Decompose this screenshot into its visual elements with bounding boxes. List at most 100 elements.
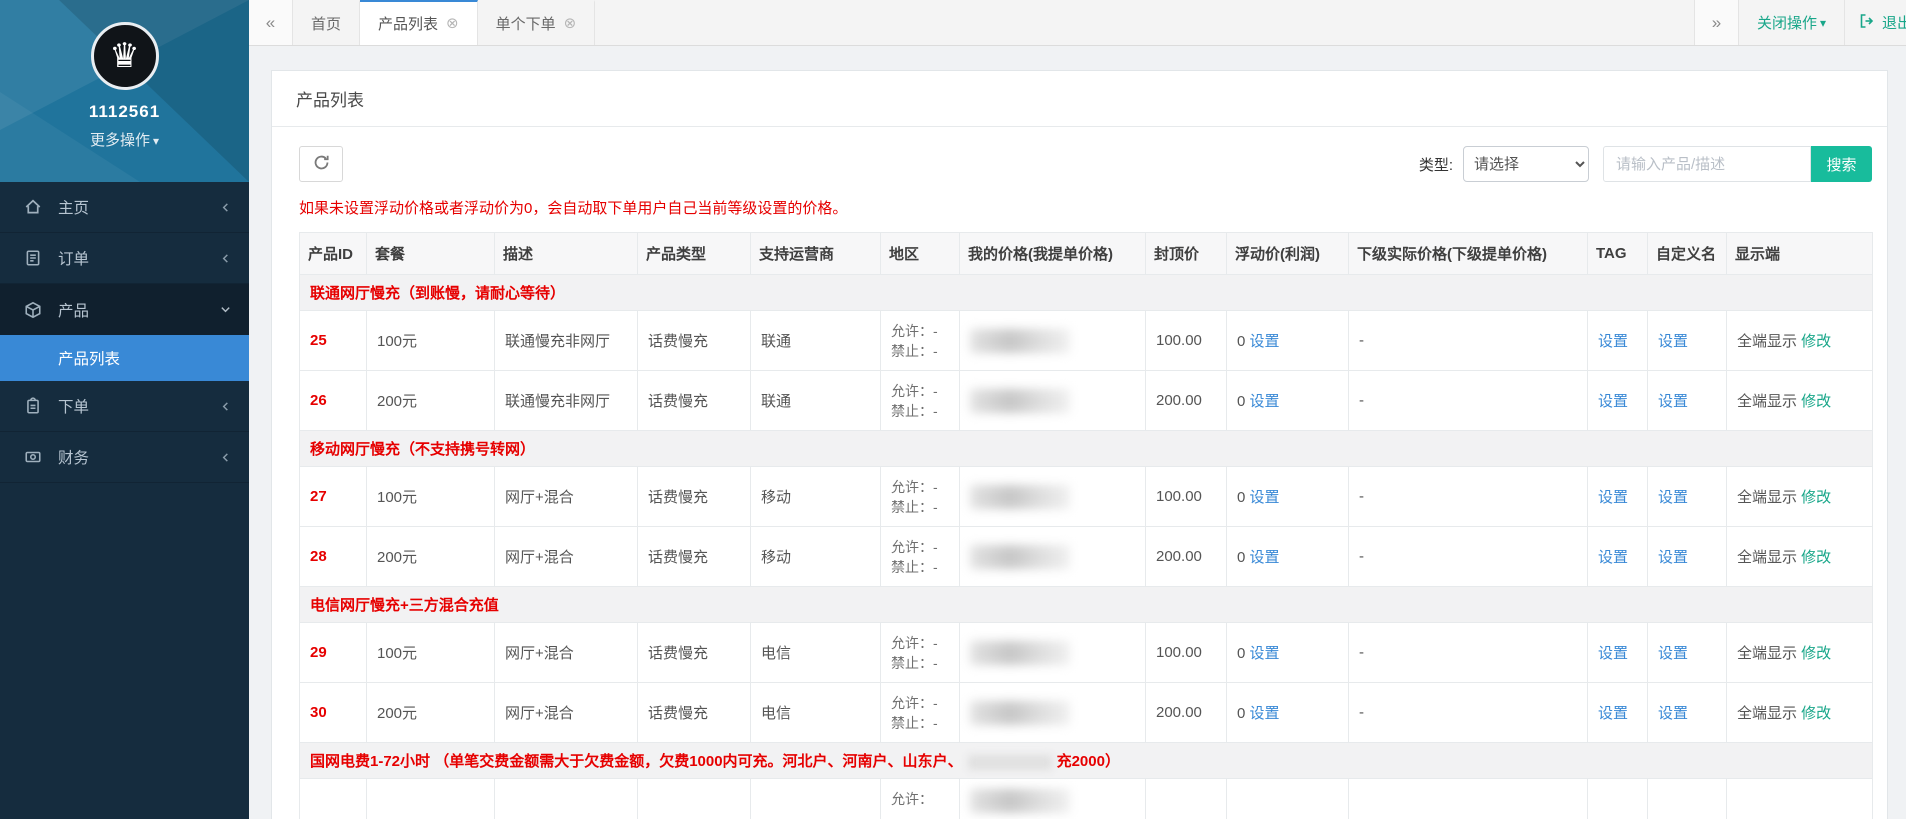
display-modify-link[interactable]: 修改: [1801, 393, 1831, 410]
region-deny: 禁止：-: [891, 714, 938, 731]
product-list-panel: 产品列表 类型: 请选择 请输入产品/描述 搜索 如果未设置浮动价格或者浮动价为…: [271, 70, 1888, 819]
tag-set-link[interactable]: 设置: [1598, 393, 1628, 410]
display-modify-link[interactable]: 修改: [1801, 705, 1831, 722]
search-button[interactable]: 搜索: [1811, 146, 1872, 182]
region-cell: 允许：- 禁止：-: [880, 682, 960, 743]
float-price-set-link[interactable]: 设置: [1250, 333, 1280, 350]
display-cell: 全端显示 修改: [1726, 622, 1873, 683]
sidebar-item-products[interactable]: 产品: [0, 284, 249, 335]
custom-name-set-link[interactable]: 设置: [1658, 705, 1688, 722]
region-allow: 允许：-: [891, 694, 938, 711]
chevron-left-icon: [220, 202, 231, 213]
redacted-price: [970, 484, 1070, 509]
carrier-cell: 电信: [750, 682, 881, 743]
column-header: TAG: [1587, 232, 1648, 275]
product-table: 产品ID 套餐 描述 产品类型 支持运营商 地区 我的价格(我提单价格) 封顶价 浮动价(利润)…: [299, 232, 1873, 819]
float-price-set-link[interactable]: 设置: [1250, 645, 1280, 662]
float-price-cell: 0 设置: [1226, 622, 1349, 683]
search-input[interactable]: [1603, 146, 1811, 182]
tag-cell: 设置: [1587, 526, 1648, 587]
sidebar-item-label: 产品: [58, 302, 90, 320]
custom-name-set-link[interactable]: 设置: [1658, 333, 1688, 350]
product-row: 允许：: [299, 778, 1873, 819]
sidebar-item-home[interactable]: 主页: [0, 182, 249, 233]
logout-button[interactable]: 退出: [1844, 0, 1906, 45]
type-select[interactable]: 请选择: [1463, 146, 1589, 182]
products-submenu: 产品列表: [0, 335, 249, 381]
tab-single-order[interactable]: 单个下单 ⊗: [478, 0, 596, 45]
place-order-icon: [24, 397, 46, 415]
avatar: ♛: [90, 22, 159, 90]
custom-name-set-link[interactable]: 设置: [1658, 393, 1688, 410]
region-deny: 禁止：-: [891, 342, 938, 359]
tag-set-link[interactable]: 设置: [1598, 489, 1628, 506]
float-price-set-link[interactable]: 设置: [1250, 549, 1280, 566]
description-cell: 联通慢充非网厅: [494, 370, 638, 431]
display-cell: 全端显示 修改: [1726, 466, 1873, 527]
sidebar-menu: 主页 订单 产品 产品列表 下单 财务: [0, 182, 249, 483]
sidebar-item-product-list[interactable]: 产品列表: [0, 335, 249, 381]
circle-close-icon[interactable]: ⊗: [446, 16, 459, 31]
display-modify-link[interactable]: 修改: [1801, 645, 1831, 662]
description-cell: [494, 778, 638, 819]
column-header: 套餐: [366, 232, 495, 275]
tag-set-link[interactable]: 设置: [1598, 645, 1628, 662]
display-cell: 全端显示 修改: [1726, 310, 1873, 371]
display-modify-link[interactable]: 修改: [1801, 489, 1831, 506]
tabs-scroll-left-button[interactable]: «: [249, 0, 293, 45]
home-icon: [24, 198, 46, 216]
product-id-cell: 27: [299, 466, 367, 527]
more-actions-dropdown[interactable]: 更多操作 ▾: [0, 129, 249, 150]
product-id-cell: 29: [299, 622, 367, 683]
tabs-scroll-right-button[interactable]: »: [1693, 0, 1738, 45]
toolbar: 类型: 请选择 搜索: [299, 145, 1872, 183]
product-type-cell: 话费慢充: [637, 526, 751, 587]
cap-price-cell: 100.00: [1145, 310, 1227, 371]
region-deny: 禁止：-: [891, 558, 938, 575]
sidebar-item-orders[interactable]: 订单: [0, 233, 249, 284]
sidebar-item-place-order[interactable]: 下单: [0, 381, 249, 432]
tag-set-link[interactable]: 设置: [1598, 549, 1628, 566]
region-cell: 允许：- 禁止：-: [880, 310, 960, 371]
display-modify-link[interactable]: 修改: [1801, 333, 1831, 350]
float-price-set-link[interactable]: 设置: [1250, 705, 1280, 722]
product-row: 26 200元 联通慢充非网厅 话费慢充 联通 允许：- 禁止：- 200.00 0 设置 - 设置…: [299, 370, 1873, 431]
my-price-cell: [959, 370, 1146, 431]
region-allow: 允许：: [891, 791, 933, 807]
product-id-cell: [299, 778, 367, 819]
crown-logo-icon: ♛: [109, 36, 140, 76]
custom-name-cell: 设置: [1647, 526, 1727, 587]
tag-set-link[interactable]: 设置: [1598, 705, 1628, 722]
float-price-cell: 0 设置: [1226, 682, 1349, 743]
region-cell: 允许：- 禁止：-: [880, 622, 960, 683]
tab-product-list[interactable]: 产品列表 ⊗: [360, 0, 478, 45]
display-modify-link[interactable]: 修改: [1801, 549, 1831, 566]
more-actions-label: 更多操作: [89, 132, 150, 149]
close-actions-dropdown[interactable]: 关闭操作 ▾: [1737, 0, 1844, 45]
tab-label: 首页: [311, 16, 342, 33]
carrier-cell: 联通: [750, 310, 881, 371]
redacted-text: [967, 754, 1052, 770]
float-price-set-link[interactable]: 设置: [1250, 393, 1280, 410]
sidebar-header: ♛ 1112561 更多操作 ▾: [0, 0, 249, 182]
custom-name-set-link[interactable]: 设置: [1658, 645, 1688, 662]
refresh-button[interactable]: [299, 146, 343, 182]
tab-spacer: [595, 0, 1694, 45]
content-area: 产品列表 类型: 请选择 请输入产品/描述 搜索 如果未设置浮动价格或者浮动价为…: [249, 46, 1906, 819]
float-price-cell: 0 设置: [1226, 370, 1349, 431]
column-header: 自定义名: [1647, 232, 1727, 275]
my-price-cell: [959, 778, 1146, 819]
custom-name-set-link[interactable]: 设置: [1658, 489, 1688, 506]
tag-set-link[interactable]: 设置: [1598, 333, 1628, 350]
product-id-cell: 26: [299, 370, 367, 431]
display-cell: 全端显示 修改: [1726, 682, 1873, 743]
product-row: 29 100元 网厅+混合 话费慢充 电信 允许：- 禁止：- 100.00 0 设置 - 设置 设置…: [299, 622, 1873, 683]
tab-label: 单个下单: [495, 16, 556, 33]
product-icon: [24, 301, 46, 319]
tab-home[interactable]: 首页: [293, 0, 361, 45]
circle-close-icon[interactable]: ⊗: [564, 16, 577, 31]
sidebar-item-label: 产品列表: [58, 351, 121, 368]
sidebar-item-finance[interactable]: 财务: [0, 432, 249, 483]
custom-name-set-link[interactable]: 设置: [1658, 549, 1688, 566]
float-price-set-link[interactable]: 设置: [1250, 489, 1280, 506]
